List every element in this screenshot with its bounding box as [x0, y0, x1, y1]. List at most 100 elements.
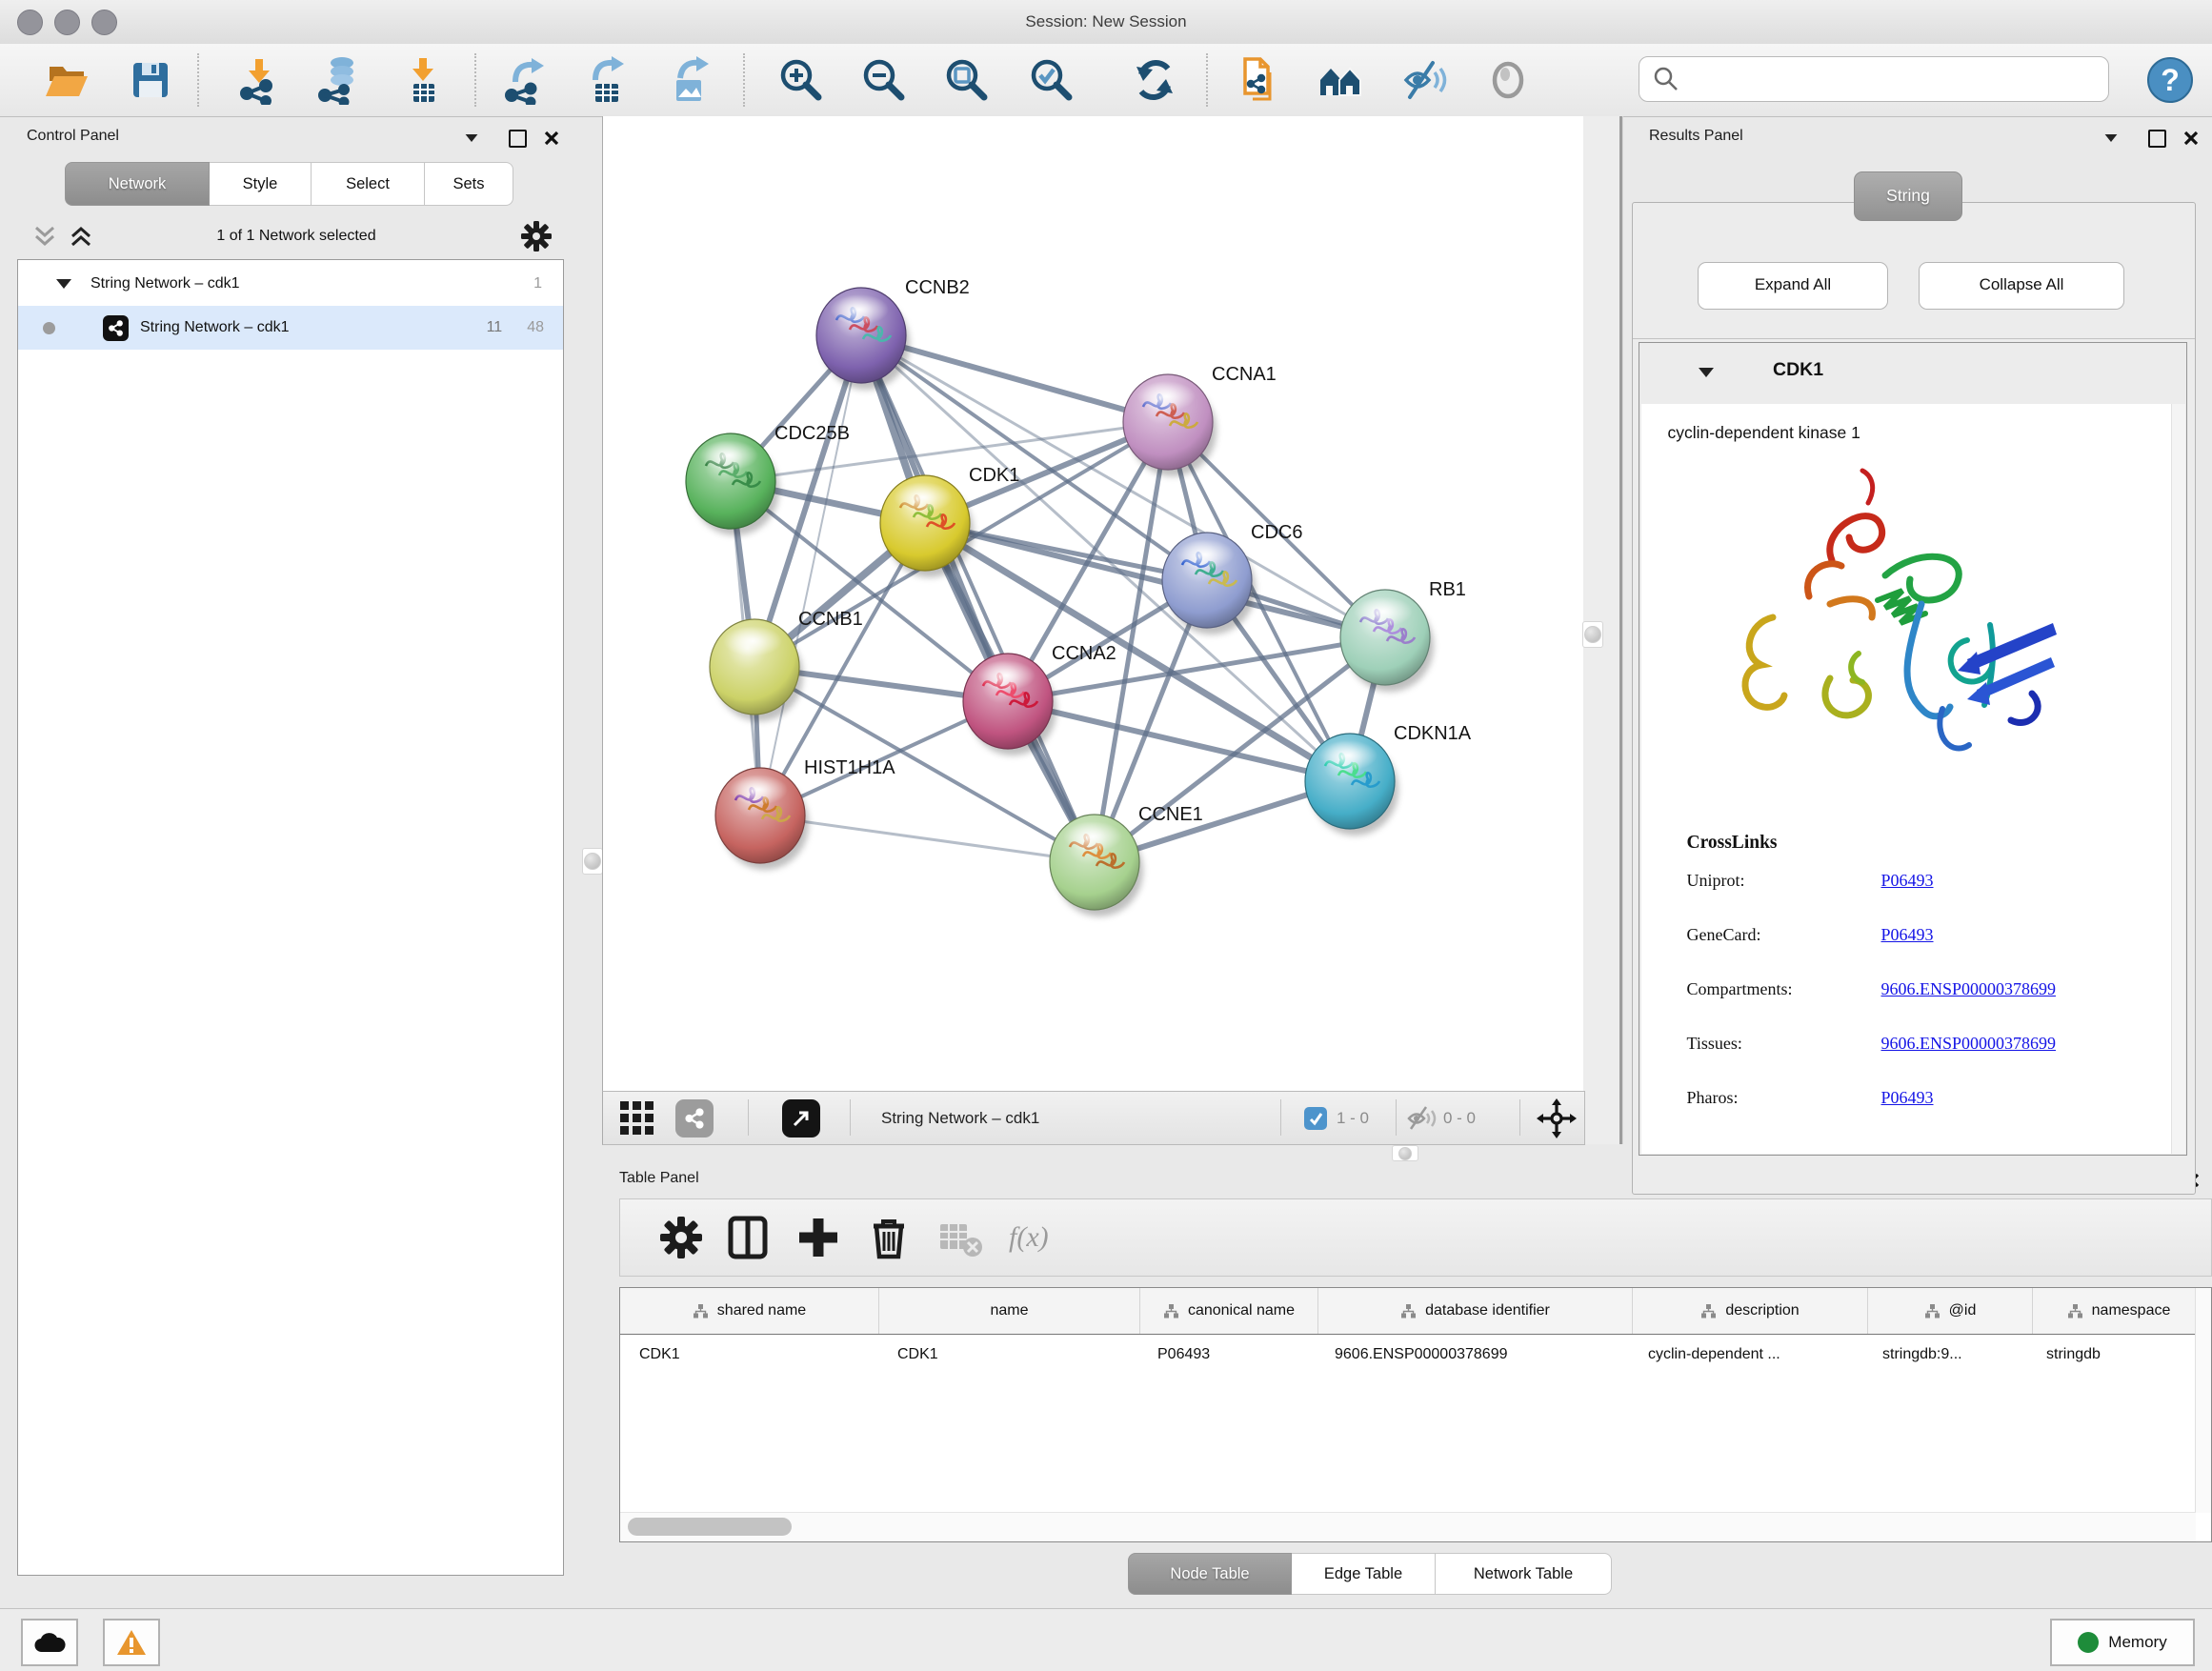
results-panel-float-button[interactable]	[2099, 126, 2123, 151]
bottom-splitter-handle[interactable]	[1392, 1145, 1418, 1161]
import-network-database-icon[interactable]	[313, 55, 363, 105]
column-header-name[interactable]: name	[879, 1288, 1140, 1334]
zoom-fit-content-icon[interactable]	[941, 55, 991, 105]
hide-graphics-details-icon[interactable]	[1400, 55, 1450, 105]
cdk1-collapse-caret[interactable]	[1699, 368, 1714, 377]
import-table-file-icon[interactable]	[398, 55, 448, 105]
expand-all-networks-icon[interactable]	[69, 224, 93, 249]
crosslink-compartments-link[interactable]: 9606.ENSP00000378699	[1881, 979, 2057, 999]
collapse-all-button[interactable]: Collapse All	[1919, 262, 2124, 310]
string-home-icon[interactable]	[1317, 55, 1366, 105]
table-options-gear-icon[interactable]	[656, 1213, 706, 1262]
cell-name[interactable]: CDK1	[878, 1336, 1138, 1374]
scrollbar-thumb[interactable]	[628, 1518, 792, 1536]
node-CCNE1[interactable]: CCNE1	[1050, 804, 1203, 916]
tab-sets[interactable]: Sets	[425, 162, 513, 206]
edge-CCNB2-CCNE1[interactable]	[861, 335, 1095, 862]
export-network-icon[interactable]	[500, 55, 550, 105]
import-network-file-icon[interactable]	[233, 55, 283, 105]
separator	[850, 1099, 851, 1136]
open-in-window-icon[interactable]	[782, 1099, 820, 1137]
delete-column-trash-icon[interactable]	[864, 1213, 914, 1262]
create-column-plus-icon[interactable]	[794, 1213, 843, 1262]
cell-namespace[interactable]: stringdb	[2027, 1336, 2199, 1374]
column-header--id[interactable]: @id	[1868, 1288, 2033, 1334]
show-graphics-details-icon[interactable]	[1483, 55, 1533, 105]
tab-edge-table[interactable]: Edge Table	[1292, 1553, 1436, 1595]
node-CCNA2[interactable]: CCNA2	[963, 643, 1116, 755]
table-vertical-scrollbar[interactable]	[2195, 1288, 2211, 1513]
table-row[interactable]: CDK1CDK1P064939606.ENSP00000378699cyclin…	[620, 1336, 2196, 1374]
cloud-status-button[interactable]	[21, 1619, 78, 1666]
tab-style[interactable]: Style	[210, 162, 312, 206]
edge-CCNA2-CDKN1A[interactable]	[1008, 701, 1350, 781]
cell--id[interactable]: stringdb:9...	[1863, 1336, 2027, 1374]
edge-CDK1-RB1[interactable]	[925, 523, 1385, 637]
pan-crosshair-icon[interactable]	[1537, 1098, 1577, 1138]
string-badge-icon[interactable]	[675, 1099, 714, 1137]
node-RB1[interactable]: RB1	[1340, 579, 1466, 692]
network-row-selected[interactable]: String Network – cdk1 11 48	[18, 306, 563, 350]
selected-checkbox-icon[interactable]	[1304, 1107, 1327, 1130]
crosslink-genecard-link[interactable]: P06493	[1881, 925, 1934, 945]
tab-select[interactable]: Select	[312, 162, 425, 206]
crosslink-label: GeneCard:	[1687, 925, 1761, 945]
show-columns-icon[interactable]	[723, 1213, 773, 1262]
edge-CCNB2-HIST1H1A[interactable]	[760, 335, 861, 815]
memory-ok-dot-icon	[2078, 1632, 2099, 1653]
network-canvas[interactable]: CCNB2CCNA1CDC25BCDK1CDC6RB1CCNB1CCNA2CDK…	[602, 116, 1584, 1091]
tab-network-table[interactable]: Network Table	[1436, 1553, 1612, 1595]
birds-eye-grid-icon[interactable]	[618, 1099, 656, 1137]
cdk1-section-header[interactable]: CDK1	[1639, 343, 2186, 404]
help-icon[interactable]: ?	[2145, 55, 2195, 105]
node-label-RB1: RB1	[1429, 579, 1466, 600]
tab-string[interactable]: String	[1854, 171, 1962, 221]
share-document-icon[interactable]	[1236, 55, 1285, 105]
collection-expand-caret[interactable]	[56, 279, 71, 289]
zoom-selected-icon[interactable]	[1026, 55, 1076, 105]
results-panel-close-button[interactable]	[2179, 126, 2203, 151]
right-splitter-handle[interactable]	[1582, 621, 1603, 648]
node-CCNB2[interactable]: CCNB2	[816, 277, 970, 390]
node-CCNB1[interactable]: CCNB1	[710, 609, 863, 721]
node-HIST1H1A[interactable]: HIST1H1A	[715, 757, 895, 870]
control-panel-float-button[interactable]	[459, 126, 484, 151]
memory-status-button[interactable]: Memory	[2050, 1619, 2195, 1666]
open-session-icon[interactable]	[42, 55, 91, 105]
cell-database-identifier[interactable]: 9606.ENSP00000378699	[1316, 1336, 1629, 1374]
cell-canonical-name[interactable]: P06493	[1138, 1336, 1316, 1374]
warning-status-button[interactable]	[103, 1619, 160, 1666]
collapse-all-networks-icon[interactable]	[32, 224, 57, 249]
results-panel-maximize-button[interactable]	[2144, 126, 2169, 151]
column-header-canonical-name[interactable]: canonical name	[1140, 1288, 1318, 1334]
export-table-icon[interactable]	[582, 55, 632, 105]
table-horizontal-scrollbar[interactable]	[620, 1512, 2196, 1541]
cell-description[interactable]: cyclin-dependent ...	[1629, 1336, 1863, 1374]
export-image-icon[interactable]	[665, 55, 714, 105]
left-splitter-handle[interactable]	[582, 848, 603, 875]
column-header-shared-name[interactable]: shared name	[620, 1288, 879, 1334]
column-header-namespace[interactable]: namespace	[2033, 1288, 2205, 1334]
node-CDKN1A[interactable]: CDKN1A	[1305, 723, 1472, 836]
control-panel-close-button[interactable]	[539, 126, 564, 151]
crosslink-uniprot-link[interactable]: P06493	[1881, 871, 1934, 891]
cell-shared-name[interactable]: CDK1	[620, 1336, 878, 1374]
control-panel-maximize-button[interactable]	[505, 126, 530, 151]
save-session-icon[interactable]	[126, 55, 175, 105]
edge-CCNE1-HIST1H1A[interactable]	[760, 815, 1095, 862]
column-header-database-identifier[interactable]: database identifier	[1318, 1288, 1633, 1334]
network-options-gear-icon[interactable]	[520, 220, 553, 252]
expand-all-button[interactable]: Expand All	[1698, 262, 1888, 310]
node-CCNA1[interactable]: CCNA1	[1123, 364, 1277, 476]
column-header-description[interactable]: description	[1633, 1288, 1868, 1334]
crosslink-tissues-link[interactable]: 9606.ENSP00000378699	[1881, 1034, 2057, 1054]
zoom-out-icon[interactable]	[858, 55, 908, 105]
apply-preferred-layout-icon[interactable]	[1130, 55, 1179, 105]
crosslink-pharos-link[interactable]: P06493	[1881, 1088, 1934, 1108]
search-input[interactable]	[1689, 61, 2093, 97]
zoom-in-icon[interactable]	[775, 55, 825, 105]
tab-node-table[interactable]: Node Table	[1128, 1553, 1292, 1595]
tab-network[interactable]: Network	[65, 162, 210, 206]
network-collection-row[interactable]: String Network – cdk1 1	[18, 262, 563, 306]
results-scrollbar[interactable]	[2171, 404, 2185, 1154]
